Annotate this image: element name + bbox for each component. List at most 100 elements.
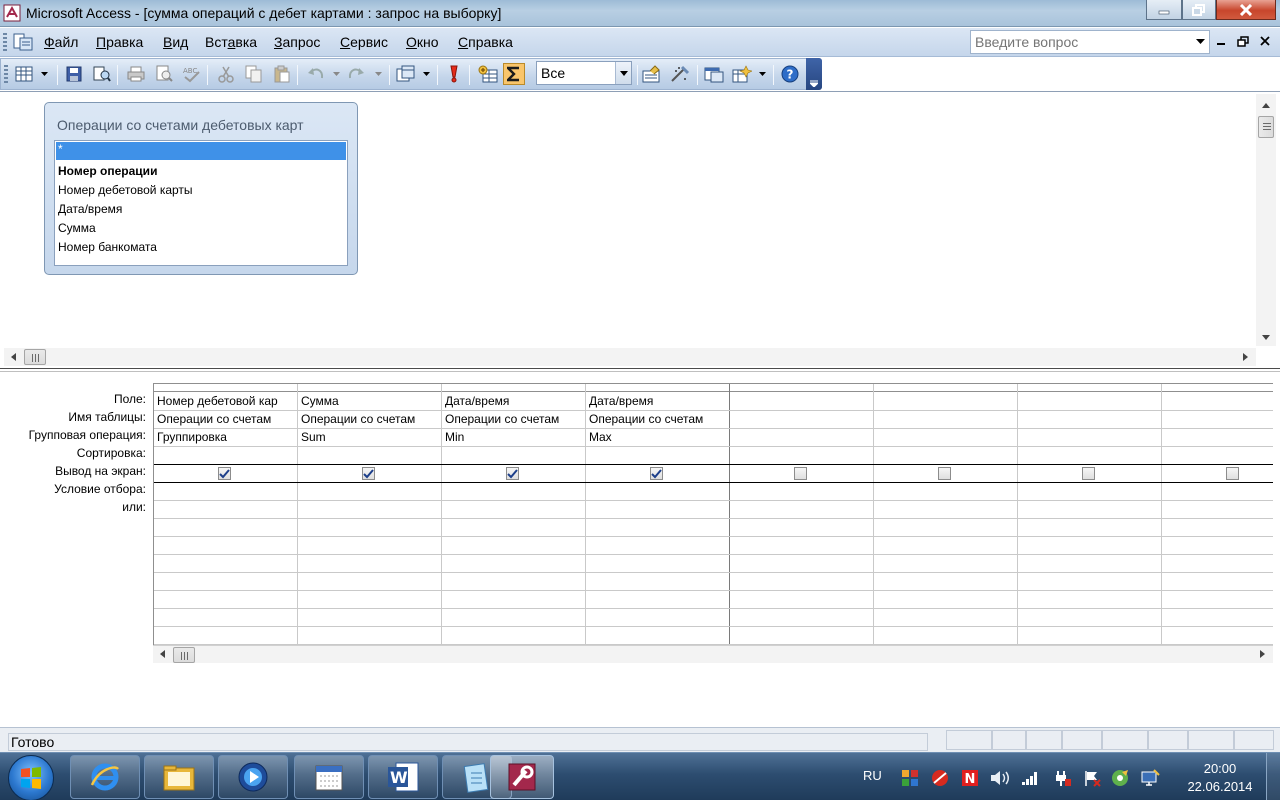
criteria-extra-cell[interactable] <box>730 591 874 609</box>
criteria-extra-cell[interactable] <box>154 609 298 627</box>
grid-horizontal-scroll-thumb[interactable] <box>173 647 195 663</box>
redo-button[interactable] <box>345 63 367 85</box>
file-search-button[interactable] <box>91 63 113 85</box>
criteria-extra-cell[interactable] <box>154 519 298 537</box>
criteria-extra-cell[interactable] <box>1162 609 1273 627</box>
total-cell[interactable] <box>1018 429 1162 447</box>
grid-scroll-right-button[interactable] <box>1255 647 1269 661</box>
field-cell[interactable] <box>1162 393 1273 411</box>
or-cell[interactable] <box>298 501 442 519</box>
toolbar-options-button[interactable] <box>806 58 822 90</box>
view-dropdown[interactable] <box>39 64 49 84</box>
criteria-extra-cell[interactable] <box>874 555 1018 573</box>
criteria-extra-cell[interactable] <box>874 627 1018 645</box>
start-button[interactable] <box>8 755 54 800</box>
field-operation-number[interactable]: Номер операции <box>58 164 157 178</box>
or-cell[interactable] <box>1162 501 1273 519</box>
tray-volume[interactable] <box>990 768 1010 788</box>
criteria-cell[interactable] <box>874 483 1018 501</box>
doc-restore-button[interactable] <box>1234 33 1252 49</box>
redo-dropdown[interactable] <box>373 64 383 84</box>
tray-flag[interactable] <box>1082 768 1102 788</box>
criteria-extra-cell[interactable] <box>442 537 586 555</box>
table-cell[interactable]: Операции со счетам <box>586 411 730 429</box>
show-checkbox[interactable] <box>1226 467 1239 480</box>
taskbar-access[interactable] <box>490 755 554 799</box>
design-grid-horizontal-scrollbar[interactable] <box>153 645 1273 663</box>
save-button[interactable] <box>63 63 85 85</box>
undo-dropdown[interactable] <box>331 64 341 84</box>
show-checkbox[interactable] <box>362 467 375 480</box>
vertical-scroll-thumb[interactable] <box>1258 116 1274 138</box>
table-cell[interactable]: Операции со счетам <box>298 411 442 429</box>
field-all[interactable]: * <box>56 142 346 160</box>
sort-cell[interactable] <box>730 447 874 465</box>
criteria-extra-cell[interactable] <box>730 519 874 537</box>
criteria-extra-cell[interactable] <box>1018 627 1162 645</box>
column-selector[interactable] <box>298 384 441 392</box>
scroll-left-button[interactable] <box>6 350 20 364</box>
table-pane-vertical-scrollbar[interactable] <box>1256 94 1276 346</box>
criteria-extra-cell[interactable] <box>1018 537 1162 555</box>
criteria-extra-cell[interactable] <box>1162 537 1273 555</box>
field-cell[interactable]: Номер дебетовой кар <box>154 393 298 411</box>
criteria-extra-cell[interactable] <box>1162 627 1273 645</box>
field-cell[interactable] <box>1018 393 1162 411</box>
taskbar-calendar-app[interactable] <box>294 755 364 799</box>
show-checkbox[interactable] <box>1082 467 1095 480</box>
menu-edit[interactable]: Правка <box>96 34 143 50</box>
close-button[interactable] <box>1216 0 1276 20</box>
criteria-extra-cell[interactable] <box>1018 519 1162 537</box>
column-selector[interactable] <box>154 384 297 392</box>
table-cell[interactable] <box>1162 411 1273 429</box>
sort-cell[interactable] <box>874 447 1018 465</box>
field-atm-number[interactable]: Номер банкомата <box>58 240 157 254</box>
total-cell[interactable] <box>874 429 1018 447</box>
taskbar-media-player[interactable] <box>218 755 288 799</box>
taskbar-internet-explorer[interactable] <box>70 755 140 799</box>
criteria-extra-cell[interactable] <box>298 519 442 537</box>
query-type-button[interactable] <box>395 63 417 85</box>
total-cell[interactable]: Min <box>442 429 586 447</box>
field-cell[interactable]: Дата/время <box>586 393 730 411</box>
criteria-extra-cell[interactable] <box>586 519 730 537</box>
or-cell[interactable] <box>586 501 730 519</box>
sort-cell[interactable] <box>154 447 298 465</box>
criteria-extra-cell[interactable] <box>1018 573 1162 591</box>
taskbar-explorer[interactable] <box>144 755 214 799</box>
query-document-icon[interactable] <box>12 32 34 52</box>
criteria-extra-cell[interactable] <box>1162 573 1273 591</box>
column-selector[interactable] <box>730 384 873 392</box>
field-list-window[interactable]: Операции со счетами дебетовых карт * Ном… <box>44 102 358 275</box>
scroll-down-button[interactable] <box>1259 330 1273 344</box>
criteria-extra-cell[interactable] <box>1018 609 1162 627</box>
field-datetime[interactable]: Дата/время <box>58 202 122 216</box>
taskbar-clock[interactable]: 20:00 22.06.2014 <box>1180 760 1260 796</box>
pane-splitter[interactable] <box>0 368 1280 372</box>
grid-scroll-left-button[interactable] <box>155 647 169 661</box>
sort-cell[interactable] <box>1018 447 1162 465</box>
copy-button[interactable] <box>243 63 265 85</box>
menu-help[interactable]: Справка <box>458 34 513 50</box>
top-values-dropdown[interactable] <box>615 62 631 84</box>
field-cell[interactable]: Дата/время <box>442 393 586 411</box>
sort-cell[interactable] <box>1162 447 1273 465</box>
criteria-extra-cell[interactable] <box>586 609 730 627</box>
database-window-button[interactable] <box>703 63 725 85</box>
undo-button[interactable] <box>305 63 327 85</box>
menu-window[interactable]: Окно <box>406 34 439 50</box>
tray-app-1[interactable] <box>900 768 920 788</box>
column-selector[interactable] <box>1162 384 1273 392</box>
criteria-extra-cell[interactable] <box>442 519 586 537</box>
criteria-cell[interactable] <box>1162 483 1273 501</box>
criteria-extra-cell[interactable] <box>874 519 1018 537</box>
table-pane[interactable]: Операции со счетами дебетовых карт * Ном… <box>2 94 1258 348</box>
criteria-extra-cell[interactable] <box>874 537 1018 555</box>
print-button[interactable] <box>125 63 147 85</box>
criteria-extra-cell[interactable] <box>586 627 730 645</box>
run-button[interactable] <box>443 63 465 85</box>
totals-button[interactable] <box>503 63 525 85</box>
show-checkbox[interactable] <box>506 467 519 480</box>
show-desktop-button[interactable] <box>1266 753 1280 800</box>
tray-power[interactable] <box>1052 768 1072 788</box>
